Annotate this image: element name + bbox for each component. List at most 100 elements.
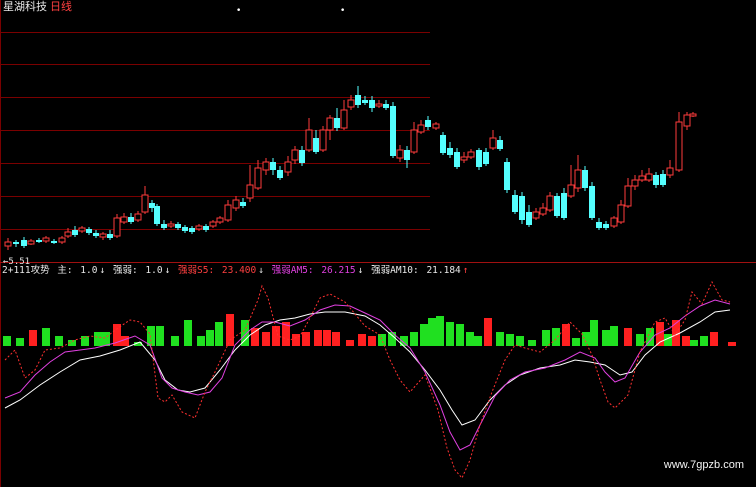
candle-body-up [532,211,540,219]
candle-body-down [497,140,503,149]
histogram-bar-red [292,334,300,346]
indicator-item-label: 主: [57,265,79,276]
candle-body-down [454,152,460,167]
chart-canvas[interactable] [0,0,756,487]
candle-body-up [675,121,683,171]
candle-body-down [51,241,57,243]
candle-body-down [154,206,160,224]
candle-body-up [489,137,497,149]
histogram-bar-green [156,326,164,346]
histogram-bar-green [55,336,63,346]
candle-body-down [334,118,340,128]
histogram-bar-green [552,328,560,346]
candle-body-up [410,129,418,153]
histogram-bar-green [420,324,428,346]
candle-body-down [86,229,92,233]
histogram-bar-green [506,334,514,346]
candle-body-up [134,213,142,221]
histogram-bar-green [428,318,436,346]
indicator-name[interactable]: 2+111攻势 [2,265,50,276]
candle-body-down [240,202,246,206]
arrow-down-icon: ↓ [164,265,171,276]
candle-body-up [78,227,86,232]
candle-body-up [610,217,618,227]
indicator-item-label: 强弱AM5: [271,265,320,276]
period-label[interactable]: 日线 [50,0,72,13]
histogram-bar-red [262,332,270,346]
arrow-down-icon: ↓ [357,265,364,276]
candle-body-down [561,193,567,218]
candle-body-down [554,196,560,216]
candle-body-down [270,162,276,170]
candle-body-down [476,150,482,167]
candle-body-up [617,204,625,223]
candle-body-up [246,184,254,199]
candle-body-up [574,169,582,189]
histogram-bar-green [496,332,504,346]
histogram-bar-red [314,330,322,346]
candle-body-down [596,222,602,228]
indicator-item-value: 1.0 [80,265,98,276]
watermark: www.7gpzb.com [663,459,744,471]
candle-body-up [340,109,348,129]
candle-body-up [99,233,107,238]
candle-body-up [141,194,149,213]
candle-body-up [262,161,270,171]
candle-body-down [362,100,368,103]
histogram-bar-red [368,336,376,346]
indicator-item-value: 23.400 [221,265,257,276]
histogram-bar-green [215,322,223,346]
indicator-legend: 2+111攻势 主: 1.0 ↓ 强弱: 1.0 ↓ 强弱S5: 23.400 ↓ 强… [2,265,473,277]
candle-body-down [519,196,525,220]
histogram-bar-red [226,314,234,346]
candle-body-up [375,103,383,107]
histogram-bar-green [94,332,102,346]
histogram-bar-red [358,334,366,346]
histogram-bar-green [610,326,618,346]
histogram-bar-red [251,328,259,346]
histogram-bar-green [528,340,536,346]
histogram-bar-green [171,336,179,346]
histogram-bar-red [624,328,632,346]
candle-body-down [299,150,305,163]
candle-body-up [624,185,632,207]
candle-body-down [447,148,453,155]
candle-body-down [203,226,209,230]
candle-body-up [167,223,175,227]
candle-body-up [216,217,224,223]
histogram-bar-green [602,330,610,346]
candle-body-down [36,240,42,242]
histogram-bar-red [323,330,331,346]
histogram-bar-green [147,326,155,346]
candle-body-down [175,224,181,228]
stock-chart-window: 星湖科技 日线 • • ←5.51 2+111攻势 主: 1.0 ↓ 强弱: 1.0… [0,0,756,487]
histogram-bar-green [542,330,550,346]
candle-body-down [355,95,361,105]
candle-body-down [653,175,659,185]
indicator-item-value: 21.184 [426,265,461,276]
candle-body-down [660,174,666,185]
candle-body-up [113,217,121,237]
histogram-bar-green [636,334,644,346]
candle-body-up [631,179,639,187]
candle-body-up [638,175,646,181]
histogram-bar-green [436,316,444,346]
event-marker-icon[interactable]: • [340,6,345,16]
arrow-up-icon: ↑ [462,265,469,276]
histogram-bar-red [29,330,37,346]
indicator-item-label: 强弱S5: [178,265,220,276]
histogram-bar-green [102,332,110,346]
histogram-bar-red [484,318,492,346]
histogram-bar-green [516,336,524,346]
candle-body-up [58,237,66,243]
event-marker-icon[interactable]: • [236,6,241,16]
candle-body-down [13,242,19,244]
candle-body-down [128,217,134,222]
chart-title: 星湖科技 日线 [3,1,72,13]
candle-body-up [319,129,327,151]
histogram-bar-green [700,336,708,346]
candle-body-up [305,129,313,151]
histogram-bar-red [302,332,310,346]
histogram-bar-green [184,320,192,346]
histogram-bar-red [710,332,718,346]
